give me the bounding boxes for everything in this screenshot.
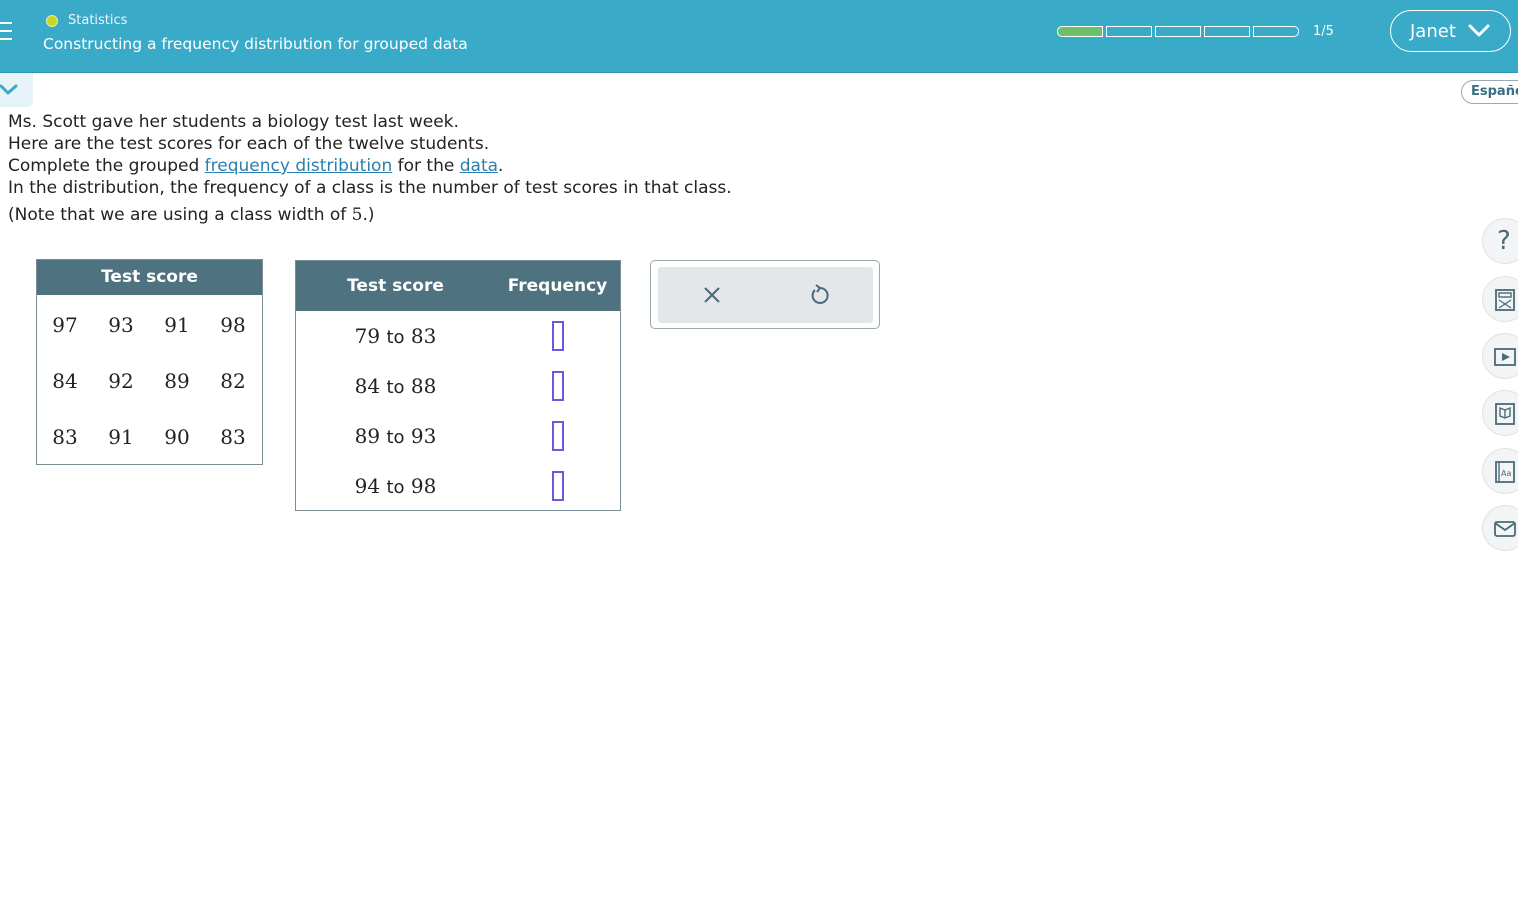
frequency-input[interactable]	[551, 421, 564, 451]
progress-segment	[1106, 26, 1152, 37]
video-icon	[1494, 348, 1516, 366]
glossary-icon: Aa	[1495, 461, 1515, 483]
class-width-note: (Note that we are using a class width of…	[8, 204, 732, 226]
score-cell: 83	[52, 425, 78, 449]
score-cell: 84	[52, 369, 78, 393]
calculator-button[interactable]	[1482, 276, 1518, 322]
problem-text: Complete the grouped	[8, 156, 205, 176]
class-high: 83	[410, 324, 437, 348]
message-button[interactable]	[1482, 505, 1518, 551]
table-header: Test score Frequency	[296, 261, 620, 311]
progress-segment	[1155, 26, 1201, 37]
undo-button[interactable]	[807, 283, 831, 307]
score-cell: 93	[108, 313, 134, 337]
to-word: to	[386, 477, 405, 498]
score-cell: 90	[164, 425, 190, 449]
table-row: 84 92 89 82	[37, 353, 262, 409]
progress-bar	[1057, 26, 1299, 37]
table-row: 89 to 93	[296, 411, 620, 461]
clear-button[interactable]	[700, 283, 724, 307]
class-low: 89	[354, 424, 381, 448]
problem-line: In the distribution, the frequency of a …	[8, 178, 732, 198]
score-cell: 89	[164, 369, 190, 393]
glossary-button[interactable]: Aa	[1482, 448, 1518, 494]
score-cell: 82	[220, 369, 246, 393]
table-row: 84 to 88	[296, 361, 620, 411]
chevron-down-icon	[0, 84, 18, 95]
score-cell: 92	[108, 369, 134, 393]
problem-statement: Ms. Scott gave her students a biology te…	[8, 111, 732, 226]
undo-icon	[811, 284, 829, 304]
note-text: .)	[362, 205, 375, 225]
frequency-distribution-link[interactable]: frequency distribution	[205, 156, 393, 176]
class-high: 88	[410, 374, 437, 398]
class-low: 94	[354, 474, 381, 498]
class-high: 93	[410, 424, 437, 448]
table-row: 83 91 90 83	[37, 409, 262, 465]
class-range: 79 to 83	[296, 324, 495, 348]
progress-segment	[1057, 26, 1103, 37]
lesson-title: Constructing a frequency distribution fo…	[43, 35, 468, 53]
progress-count: 1/5	[1313, 24, 1334, 39]
to-word: to	[386, 327, 405, 348]
to-word: to	[386, 427, 405, 448]
menu-icon[interactable]	[0, 22, 14, 42]
collapse-toggle[interactable]	[0, 73, 33, 107]
test-score-header: Test score	[347, 276, 444, 296]
problem-text: for the	[392, 156, 460, 176]
language-button[interactable]: Españo	[1461, 80, 1518, 104]
problem-line: Ms. Scott gave her students a biology te…	[8, 112, 459, 132]
score-cell: 98	[220, 313, 246, 337]
class-range: 84 to 88	[296, 374, 495, 398]
ebook-button[interactable]	[1482, 390, 1518, 436]
progress-segment	[1253, 26, 1299, 37]
problem-text: .	[498, 156, 504, 176]
test-scores-table: Test score 97 93 91 98 84 92 89 82 83 91…	[36, 259, 263, 465]
frequency-input[interactable]	[551, 321, 564, 351]
video-button[interactable]	[1482, 333, 1518, 379]
frequency-header: Frequency	[507, 276, 608, 296]
table-row: 94 to 98	[296, 461, 620, 511]
frequency-input[interactable]	[551, 371, 564, 401]
class-range: 94 to 98	[296, 474, 495, 498]
message-icon	[1494, 521, 1516, 537]
table-header: Test score	[37, 260, 262, 295]
score-cell: 97	[52, 313, 78, 337]
problem-line: Here are the test scores for each of the…	[8, 134, 490, 154]
class-low: 84	[354, 374, 381, 398]
frequency-input[interactable]	[551, 471, 564, 501]
progress-segment	[1204, 26, 1250, 37]
score-cell: 91	[108, 425, 134, 449]
note-text: (Note that we are using a class width of	[8, 205, 352, 225]
score-cell: 83	[220, 425, 246, 449]
topic-label: Statistics	[68, 13, 128, 28]
chevron-down-icon	[1468, 24, 1490, 37]
calculator-icon	[1495, 289, 1515, 311]
glossary-text: Aa	[1501, 469, 1511, 478]
ebook-icon	[1495, 403, 1515, 425]
table-row: 97 93 91 98	[37, 297, 262, 353]
help-button[interactable]: ?	[1482, 218, 1518, 264]
frequency-distribution-table: Test score Frequency 79 to 83 84 to 88 8…	[295, 260, 621, 511]
class-high: 98	[410, 474, 437, 498]
score-cell: 91	[164, 313, 190, 337]
class-width-value: 5	[351, 205, 363, 225]
answer-tools-panel	[650, 260, 880, 329]
table-row: 79 to 83	[296, 311, 620, 361]
help-icon: ?	[1497, 226, 1511, 256]
problem-line: Complete the grouped frequency distribut…	[8, 155, 732, 177]
top-bar: Statistics Constructing a frequency dist…	[0, 0, 1518, 73]
user-menu-button[interactable]: Janet	[1390, 10, 1511, 52]
to-word: to	[386, 377, 405, 398]
class-low: 79	[354, 324, 381, 348]
user-name: Janet	[1410, 20, 1456, 42]
class-range: 89 to 93	[296, 424, 495, 448]
close-icon	[704, 287, 720, 303]
topic-status-dot	[46, 15, 58, 27]
data-link[interactable]: data	[460, 156, 498, 176]
